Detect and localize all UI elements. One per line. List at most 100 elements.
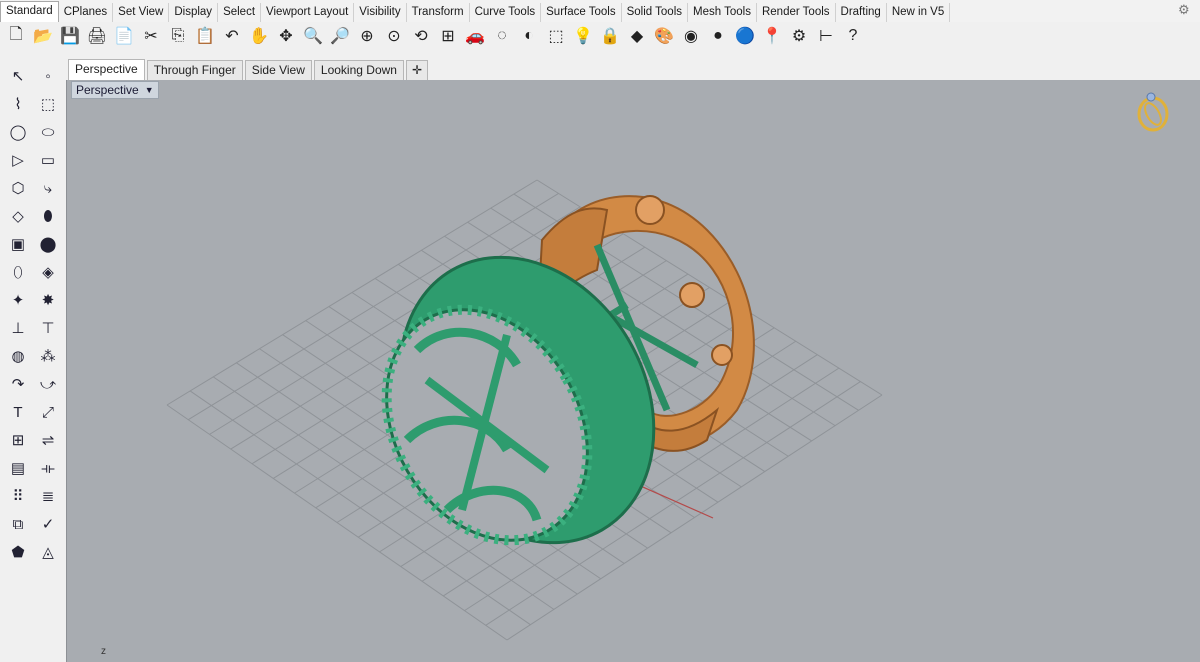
chevron-down-icon[interactable]: ▼	[145, 82, 154, 98]
box-solid-icon[interactable]: ▣	[6, 232, 30, 256]
rotate-view-icon[interactable]: ⟲	[409, 24, 433, 48]
chamfer-icon[interactable]: ⤻	[36, 372, 60, 396]
rectangle-icon[interactable]: ▭	[36, 148, 60, 172]
print-icon[interactable]: 🖨	[85, 24, 109, 48]
extrude-icon[interactable]: ▤	[6, 456, 30, 480]
grid-snap-icon[interactable]: ⊢	[814, 24, 838, 48]
green-ring-model[interactable]	[346, 211, 704, 589]
toolbar-tab-drafting[interactable]: Drafting	[836, 3, 887, 22]
arc-curve-icon[interactable]: ⤷	[36, 176, 60, 200]
viewport-tab-looking-down[interactable]: Looking Down	[313, 60, 404, 80]
toolbar-tab-mesh-tools[interactable]: Mesh Tools	[688, 3, 757, 22]
pin-icon[interactable]: 📍	[760, 24, 784, 48]
cylinder-icon[interactable]: ⬯	[6, 260, 30, 284]
surface-edit-icon[interactable]: ◇	[6, 204, 30, 228]
toolbar-tab-solid-tools[interactable]: Solid Tools	[622, 3, 688, 22]
settings-gear-icon[interactable]: ⚙	[1178, 3, 1192, 17]
select-icon[interactable]: ⬚	[544, 24, 568, 48]
open-folder-icon[interactable]: 📂	[31, 24, 55, 48]
render-light-icon[interactable]: ◬	[36, 540, 60, 564]
zoom-selected-icon[interactable]: ⊙	[382, 24, 406, 48]
text-icon[interactable]: T	[6, 400, 30, 424]
mesh-icon[interactable]: ◈	[36, 260, 60, 284]
array-icon[interactable]: ✦	[6, 288, 30, 312]
zoom-extents-icon[interactable]: ⊕	[355, 24, 379, 48]
explode-icon[interactable]: ✸	[36, 288, 60, 312]
toolbar-tab-cplanes[interactable]: CPlanes	[59, 3, 114, 22]
toolbar-tab-set-view[interactable]: Set View	[113, 3, 170, 22]
trim-icon[interactable]: ⊥	[6, 316, 30, 340]
layer-stack-icon[interactable]: ≣	[36, 484, 60, 508]
scale-icon[interactable]: ⤢	[36, 400, 60, 424]
undo-icon[interactable]: ↶	[220, 24, 244, 48]
import-icon[interactable]: 📄	[112, 24, 136, 48]
toolbar-tab-strip: Standard CPlanes Set View Display Select View…	[0, 0, 1200, 23]
split-icon[interactable]: ⊤	[36, 316, 60, 340]
view-gizmo-icon[interactable]	[1137, 92, 1169, 132]
new-file-icon[interactable]: 🗋	[4, 24, 28, 48]
dimension-icon[interactable]: ⟛	[36, 456, 60, 480]
paste-icon[interactable]: 📋	[193, 24, 217, 48]
toolbar-tab-standard[interactable]: Standard	[0, 1, 59, 22]
toolbar-tab-render-tools[interactable]: Render Tools	[757, 3, 836, 22]
light-bulb-icon[interactable]: 💡	[571, 24, 595, 48]
pan-hand-icon[interactable]: ✋	[247, 24, 271, 48]
viewport-title-menu[interactable]: Perspective ▼	[71, 81, 159, 99]
car-named-view-icon[interactable]: 🚗	[463, 24, 487, 48]
surface-icon[interactable]: ⬡	[6, 176, 30, 200]
tool-palette-row: T ⤢	[6, 400, 60, 424]
lock-icon[interactable]: 🔒	[598, 24, 622, 48]
ellipse-icon[interactable]: ⬭	[36, 120, 60, 144]
perspective-viewport[interactable]: Perspective ▼ z	[66, 80, 1200, 662]
polygon-icon[interactable]: ▷	[6, 148, 30, 172]
object-properties-icon[interactable]: ◐	[517, 24, 541, 48]
help-icon[interactable]: ?	[841, 24, 865, 48]
zoom-icon[interactable]: 🔍	[301, 24, 325, 48]
block-icon[interactable]: ⊞	[6, 428, 30, 452]
four-viewports-icon[interactable]: ⊞	[436, 24, 460, 48]
fillet-icon[interactable]: ↷	[6, 372, 30, 396]
copy-icon[interactable]: ⎘	[166, 24, 190, 48]
add-viewport-tab-icon[interactable]: ✛	[405, 60, 428, 80]
select-arrow-icon[interactable]: ↖	[6, 64, 30, 88]
toolbar-tab-visibility[interactable]: Visibility	[354, 3, 407, 22]
color-wheel-icon[interactable]: 🎨	[652, 24, 676, 48]
mirror-icon[interactable]: ⇌	[36, 428, 60, 452]
sphere-solid-icon[interactable]: ⬤	[36, 232, 60, 256]
cut-icon[interactable]: ✂	[139, 24, 163, 48]
toolbar-tab-surface-tools[interactable]: Surface Tools	[541, 3, 622, 22]
move-icon[interactable]: ✥	[274, 24, 298, 48]
point-icon[interactable]: ◦	[36, 64, 60, 88]
polyline-icon[interactable]: ⌇	[6, 92, 30, 116]
array-grid-icon[interactable]: ⠿	[6, 484, 30, 508]
toolbar-tab-transform[interactable]: Transform	[407, 3, 470, 22]
group-icon[interactable]: ⁂	[36, 344, 60, 368]
viewport-tab-perspective[interactable]: Perspective	[68, 59, 145, 80]
blue-sphere-icon[interactable]: 🔵	[733, 24, 757, 48]
tool-palette-row: ◇ ⬮	[6, 204, 60, 228]
rendered-sphere-icon[interactable]: ●	[706, 24, 730, 48]
check-icon[interactable]: ✓	[36, 512, 60, 536]
flow-icon[interactable]: ⧉	[6, 512, 30, 536]
circle-icon[interactable]: ◯	[6, 120, 30, 144]
toolbar-tab-select[interactable]: Select	[218, 3, 262, 22]
tool-palette-row: ⊥ ⊤	[6, 316, 60, 340]
toolbar-tab-viewport-layout[interactable]: Viewport Layout	[261, 3, 355, 22]
toolbar-tab-display[interactable]: Display	[169, 3, 219, 22]
viewport-tab-through-finger[interactable]: Through Finger	[146, 60, 243, 80]
save-icon[interactable]: 💾	[58, 24, 82, 48]
viewport-tab-side-view[interactable]: Side View	[244, 60, 312, 80]
analyze-icon[interactable]: ⬟	[6, 540, 30, 564]
toolbar-tab-curve-tools[interactable]: Curve Tools	[470, 3, 542, 22]
scene-canvas[interactable]	[67, 80, 1200, 662]
boolean-icon[interactable]: ◍	[6, 344, 30, 368]
layer-icon[interactable]: ◌	[490, 24, 514, 48]
options-gear-icon[interactable]: ⚙	[787, 24, 811, 48]
curve-points-icon[interactable]: ⬚	[36, 92, 60, 116]
toolbar-tab-new-in-v5[interactable]: New in V5	[887, 3, 951, 22]
zoom-window-icon[interactable]: 🔎	[328, 24, 352, 48]
render-material-icon[interactable]: ◆	[625, 24, 649, 48]
tool-palette-row: ▷ ▭	[6, 148, 60, 172]
loft-icon[interactable]: ⬮	[36, 204, 60, 228]
shaded-sphere-icon[interactable]: ◉	[679, 24, 703, 48]
